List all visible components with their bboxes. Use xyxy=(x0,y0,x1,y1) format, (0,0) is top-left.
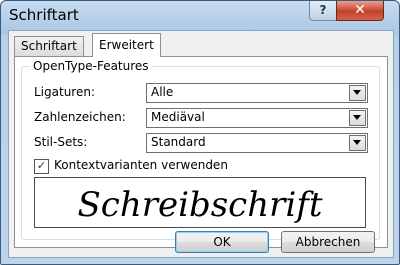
ligatures-label: Ligaturen: xyxy=(34,85,96,99)
chevron-down-icon[interactable] xyxy=(349,110,366,126)
close-button[interactable]: ✕ xyxy=(336,1,384,21)
stylistic-sets-label: Stil-Sets: xyxy=(34,135,88,149)
contextual-alternates-label[interactable]: Kontextvarianten verwenden xyxy=(54,158,228,172)
tab-panel: OpenType-Features Ligaturen: Alle Zahlen… xyxy=(14,56,388,248)
window-title: Schriftart xyxy=(9,6,79,24)
font-preview: Schreibschrift xyxy=(34,177,366,228)
chevron-down-icon[interactable] xyxy=(349,135,366,151)
help-button[interactable]: ? xyxy=(309,1,337,21)
tab-erweitert[interactable]: Erweitert xyxy=(92,33,161,57)
title-bar[interactable]: Schriftart ? ✕ xyxy=(1,1,399,31)
dialog-client-area: Schriftart Erweitert OpenType-Features L… xyxy=(8,30,394,258)
stylistic-sets-select[interactable]: Standard xyxy=(146,133,368,153)
number-forms-select[interactable]: Mediäval xyxy=(146,108,368,128)
group-title: OpenType-Features xyxy=(30,59,152,73)
number-forms-label: Zahlenzeichen: xyxy=(34,110,126,124)
dialog-window: Schriftart ? ✕ Schriftart Erweitert Open… xyxy=(0,0,400,265)
stylistic-sets-value: Standard xyxy=(151,135,206,149)
opentype-features-group: OpenType-Features Ligaturen: Alle Zahlen… xyxy=(21,59,380,240)
chevron-down-icon[interactable] xyxy=(349,85,366,101)
tab-schriftart[interactable]: Schriftart xyxy=(14,36,84,56)
ligatures-value: Alle xyxy=(151,85,174,99)
contextual-alternates-checkbox[interactable]: ✓ xyxy=(34,159,49,174)
preview-text: Schreibschrift xyxy=(77,185,322,225)
number-forms-value: Mediäval xyxy=(151,110,205,124)
cancel-button[interactable]: Abbrechen xyxy=(281,231,375,253)
ok-button[interactable]: OK xyxy=(175,231,269,253)
ligatures-select[interactable]: Alle xyxy=(146,83,368,103)
preview-svg: Schreibschrift xyxy=(77,185,322,225)
